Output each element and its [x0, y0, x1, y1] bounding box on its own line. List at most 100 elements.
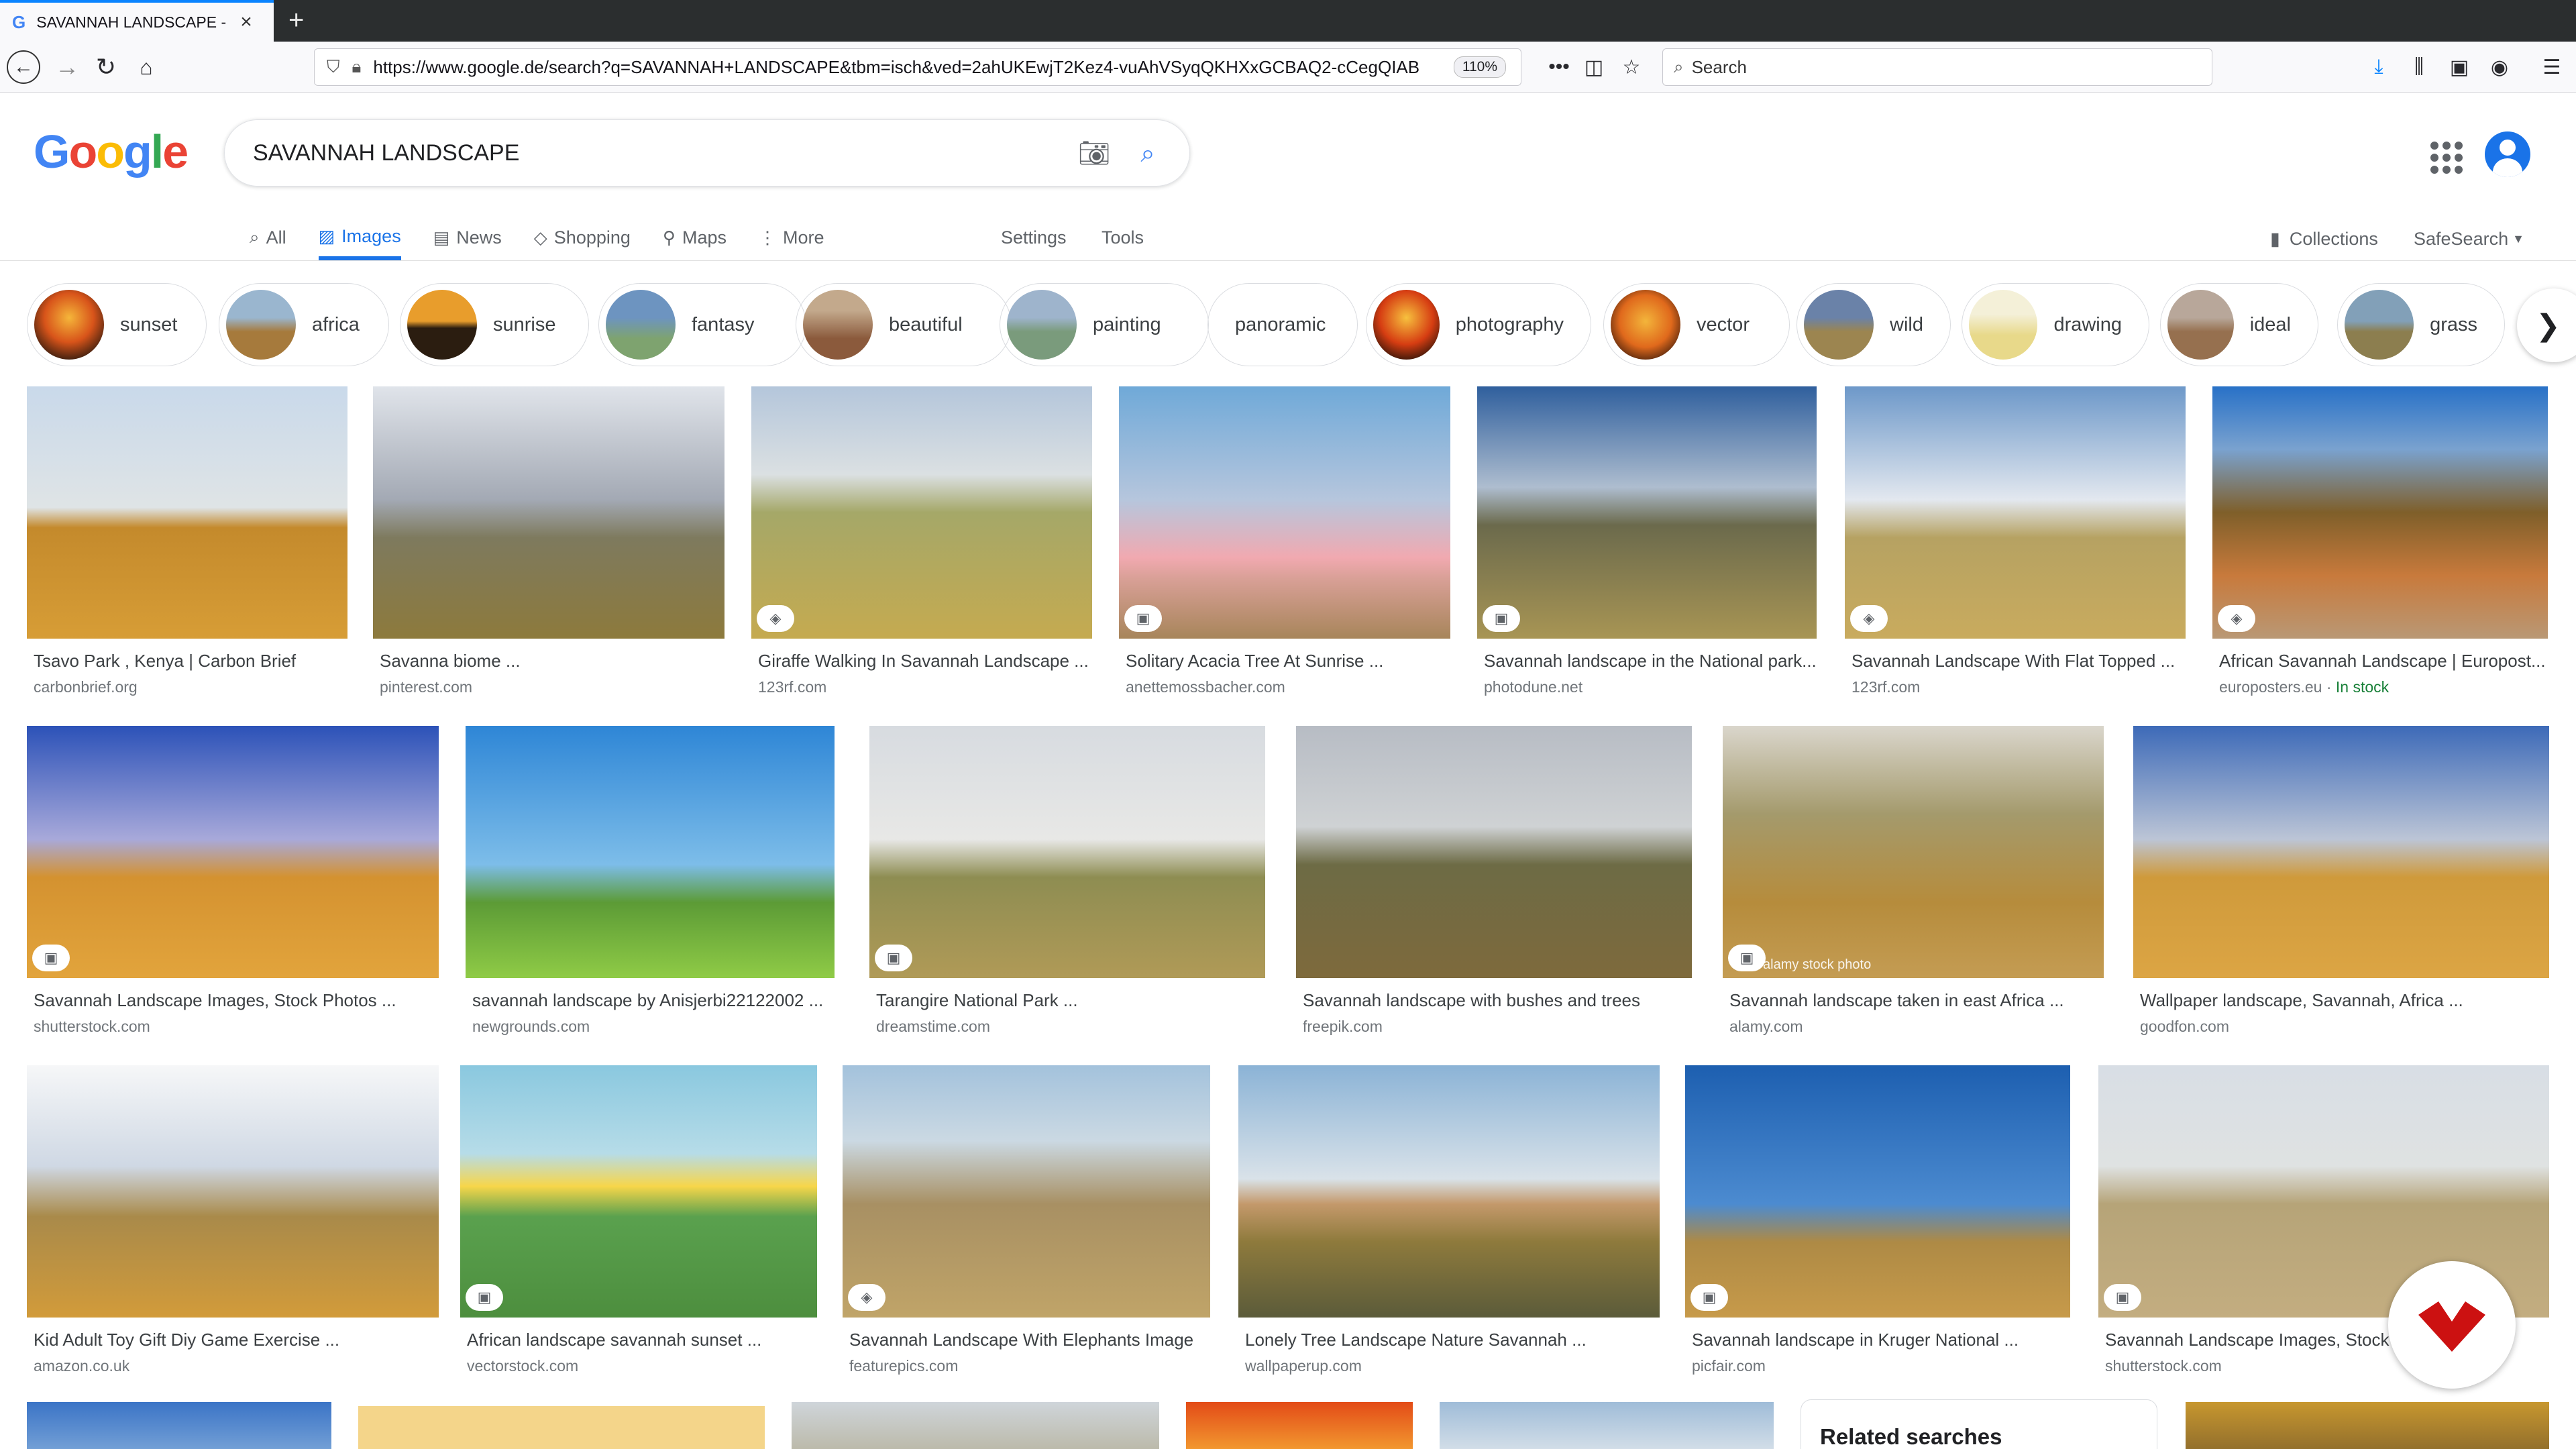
result-caption[interactable]: Solitary Acacia Tree At Sunrise ...	[1119, 651, 1450, 672]
zoom-indicator[interactable]: 110%	[1453, 56, 1506, 78]
result-source[interactable]: goodfon.com	[2133, 1018, 2549, 1036]
result-caption[interactable]: Lonely Tree Landscape Nature Savannah ..…	[1238, 1330, 1660, 1350]
result-image[interactable]	[27, 386, 347, 639]
chip-vector[interactable]: vector	[1603, 283, 1790, 366]
result-caption[interactable]: Savannah landscape with bushes and trees	[1296, 990, 1692, 1011]
result-image[interactable]: ◈	[843, 1065, 1210, 1318]
forward-icon[interactable]: →	[50, 50, 85, 85]
pocket-icon[interactable]: ◫	[1576, 48, 1611, 86]
result-source[interactable]: europosters.eu · In stock	[2212, 678, 2548, 696]
result-image[interactable]: ◈	[751, 386, 1092, 639]
result-source[interactable]: freepik.com	[1296, 1018, 1692, 1036]
result-card[interactable]: ▣ Tarangire National Park ... dreamstime…	[869, 726, 1265, 1036]
result-image[interactable]	[1440, 1402, 1774, 1449]
result-card[interactable]: ◈ Savannah Landscape With Flat Topped ..…	[1845, 386, 2186, 696]
result-source[interactable]: 123rf.com	[751, 678, 1092, 696]
result-card[interactable]	[2186, 1402, 2549, 1449]
result-caption[interactable]: Tsavo Park , Kenya | Carbon Brief	[27, 651, 347, 672]
shield-icon[interactable]: ⛉	[327, 56, 340, 78]
sidebar-icon[interactable]: ▣	[2442, 48, 2477, 86]
result-image[interactable]: ▣	[869, 726, 1265, 978]
result-image[interactable]: ◈	[1845, 386, 2186, 639]
result-card[interactable]	[1440, 1402, 1774, 1449]
result-caption[interactable]: African Savannah Landscape | Europost...	[2212, 651, 2548, 672]
reload-icon[interactable]: ↻	[89, 50, 123, 85]
tab-maps[interactable]: ⚲ Maps	[663, 213, 727, 262]
result-caption[interactable]: Savannah Landscape Images, Stock Photos …	[27, 990, 439, 1011]
result-image[interactable]: ▣	[1685, 1065, 2070, 1318]
new-tab-icon[interactable]: +	[288, 5, 304, 36]
result-source[interactable]: alamy.com	[1723, 1018, 2104, 1036]
result-caption[interactable]: Kid Adult Toy Gift Diy Game Exercise ...	[27, 1330, 439, 1350]
result-card[interactable]: ▣ alamy stock photo Savannah landscape ta…	[1723, 726, 2104, 1036]
result-image[interactable]: ◈	[2212, 386, 2548, 639]
camera-icon[interactable]: 📷︎	[1077, 136, 1112, 171]
result-card[interactable]: ▣ Solitary Acacia Tree At Sunrise ... an…	[1119, 386, 1450, 696]
result-image[interactable]	[373, 386, 724, 639]
result-source[interactable]: amazon.co.uk	[27, 1357, 439, 1375]
result-image[interactable]	[1186, 1402, 1413, 1449]
lock-icon[interactable]: 🔒︎	[352, 56, 362, 78]
close-tab-icon[interactable]: ×	[240, 11, 252, 34]
result-caption[interactable]: Wallpaper landscape, Savannah, Africa ..…	[2133, 990, 2549, 1011]
result-card[interactable]: ◈ Savannah Landscape With Elephants Imag…	[843, 1065, 1210, 1375]
result-card[interactable]: ◈ African Savannah Landscape | Europost.…	[2212, 386, 2548, 696]
result-image[interactable]	[27, 1402, 331, 1449]
result-source[interactable]: newgrounds.com	[466, 1018, 835, 1036]
result-card[interactable]	[27, 1402, 331, 1449]
home-icon[interactable]: ⌂	[129, 50, 164, 85]
floating-action-button[interactable]	[2388, 1261, 2516, 1389]
chip-fantasy[interactable]: fantasy	[598, 283, 806, 366]
result-source[interactable]: photodune.net	[1477, 678, 1817, 696]
result-caption[interactable]: Savannah landscape in Kruger National ..…	[1685, 1330, 2070, 1350]
chip-photography[interactable]: photography	[1366, 283, 1591, 366]
result-source[interactable]: vectorstock.com	[460, 1357, 817, 1375]
result-source[interactable]: dreamstime.com	[869, 1018, 1265, 1036]
browser-tab[interactable]: G SAVANNAH LANDSCAPE - Goo ×	[0, 0, 274, 42]
tab-shopping[interactable]: ◇ Shopping	[534, 213, 631, 262]
chip-beautiful[interactable]: beautiful	[796, 283, 1012, 366]
url-bar[interactable]: ⛉ 🔒︎ https://www.google.de/search?q=SAVA…	[314, 48, 1521, 86]
chip-ideal[interactable]: ideal	[2160, 283, 2318, 366]
tab-more[interactable]: ⋮ More	[759, 213, 824, 262]
account-icon[interactable]: ◉	[2482, 48, 2517, 86]
result-caption[interactable]: Savannah landscape in the National park.…	[1477, 651, 1817, 672]
result-image[interactable]	[2186, 1402, 2549, 1449]
result-card[interactable]: Savannah landscape with bushes and trees…	[1296, 726, 1692, 1036]
browser-search-field[interactable]: ⌕ Search	[1662, 48, 2212, 86]
result-card[interactable]: Wallpaper landscape, Savannah, Africa ..…	[2133, 726, 2549, 1036]
menu-icon[interactable]: ☰	[2534, 48, 2569, 86]
result-caption[interactable]: Savannah Landscape With Elephants Image	[843, 1330, 1210, 1350]
tab-all[interactable]: ⌕ All	[250, 213, 286, 262]
search-button[interactable]: ⌕	[1130, 136, 1165, 171]
result-card[interactable]	[792, 1402, 1159, 1449]
result-card[interactable]: ▣ Savannah landscape in the National par…	[1477, 386, 1817, 696]
result-card[interactable]: ▣ Savannah landscape in Kruger National …	[1685, 1065, 2070, 1375]
result-caption[interactable]: African landscape savannah sunset ...	[460, 1330, 817, 1350]
apps-grid-icon[interactable]	[2426, 137, 2463, 174]
result-caption[interactable]: Savanna biome ...	[373, 651, 724, 672]
tools-link[interactable]: Tools	[1102, 213, 1144, 262]
result-card[interactable]: Kid Adult Toy Gift Diy Game Exercise ...…	[27, 1065, 439, 1375]
result-image[interactable]: ▣ alamy stock photo	[1723, 726, 2104, 978]
search-box[interactable]: SAVANNAH LANDSCAPE 📷︎ ⌕	[224, 119, 1190, 186]
result-card[interactable]: Tsavo Park , Kenya | Carbon Brief carbon…	[27, 386, 347, 696]
result-caption[interactable]: savannah landscape by Anisjerbi22122002 …	[466, 990, 835, 1011]
chip-africa[interactable]: africa	[219, 283, 389, 366]
chip-painting[interactable]: painting	[1000, 283, 1209, 366]
result-source[interactable]: anettemossbacher.com	[1119, 678, 1450, 696]
result-image[interactable]	[792, 1402, 1159, 1449]
result-image[interactable]: ▣	[460, 1065, 817, 1318]
bookmark-star-icon[interactable]: ☆	[1614, 48, 1649, 86]
download-icon[interactable]: ⤓	[2361, 48, 2396, 86]
url-text[interactable]: https://www.google.de/search?q=SAVANNAH+…	[373, 57, 1419, 78]
avatar[interactable]	[2485, 131, 2530, 177]
result-caption[interactable]: Savannah landscape taken in east Africa …	[1723, 990, 2104, 1011]
result-image[interactable]	[466, 726, 835, 978]
chip-drawing[interactable]: drawing	[1962, 283, 2149, 366]
result-image[interactable]	[358, 1406, 765, 1449]
back-icon[interactable]: ←	[7, 50, 40, 84]
chip-sunrise[interactable]: sunrise	[400, 283, 589, 366]
result-image[interactable]	[1296, 726, 1692, 978]
result-image[interactable]: ▣	[1119, 386, 1450, 639]
